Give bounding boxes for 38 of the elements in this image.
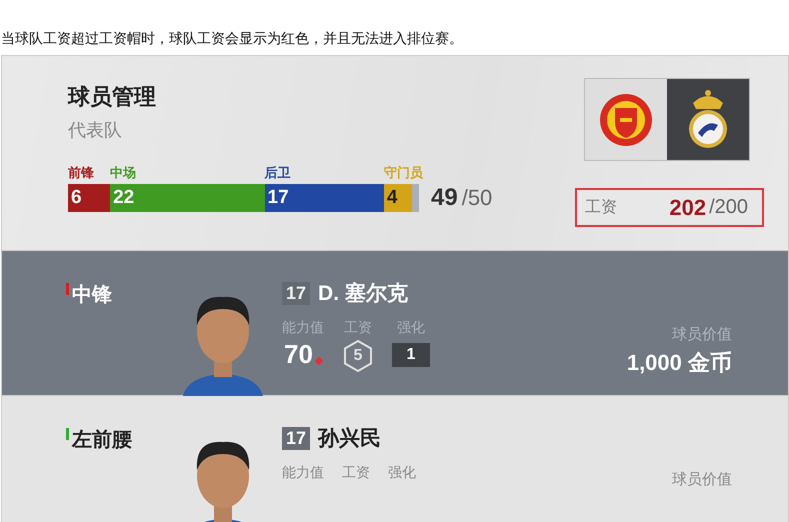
player-row[interactable]: 中锋 17 D. 塞尔克 能力值 70 工资 5 强化 1 球员价值 1,000 金币	[2, 250, 788, 395]
squad-limit: /50	[462, 184, 492, 212]
position-label: 后卫	[264, 165, 291, 180]
season-badge: 17	[282, 282, 310, 304]
upgrade-level: 1	[392, 343, 430, 367]
player-row[interactable]: 左前腰 17 孙兴民 能力值 工资 强化 球员价值	[2, 395, 788, 522]
position-name: 左前腰	[72, 428, 132, 453]
stat-label: 工资	[344, 319, 372, 337]
salary-label: 工资	[585, 198, 618, 218]
season-badge: 17	[282, 426, 310, 450]
player-value: 1,000 金币	[626, 349, 732, 377]
caption-text: 当球队工资超过工资帽时，球队工资会显示为红色，并且无法进入排位赛。	[0, 29, 464, 48]
position-label: 中场	[110, 165, 136, 180]
value-label: 球员价值	[672, 325, 732, 344]
salary-hexagon: 5	[342, 339, 374, 373]
position-count: 6	[68, 184, 110, 212]
value-label: 球员价值	[672, 470, 732, 489]
position-count: 4	[384, 184, 412, 212]
player-name: 孙兴民	[318, 426, 382, 452]
stat-label: 工资	[342, 464, 370, 482]
salary-value: 202	[669, 194, 706, 220]
club-tile[interactable]	[585, 79, 667, 160]
stat-label: 强化	[397, 319, 425, 337]
stat-label: 能力值	[282, 464, 324, 482]
position-label: 守门员	[384, 165, 423, 180]
position-name: 中锋	[72, 283, 112, 308]
salary-cap: /200	[709, 196, 748, 219]
position-label: 前锋	[68, 165, 94, 180]
stat-label: 能力值	[282, 319, 324, 337]
rating-value: 70	[284, 339, 313, 370]
page-title: 球员管理	[68, 83, 157, 111]
club-tile[interactable]	[667, 79, 749, 160]
page-subtitle: 代表队	[68, 119, 123, 142]
position-count: 17	[264, 184, 384, 212]
stat-label: 强化	[388, 464, 416, 482]
squad-count: 49	[431, 184, 458, 212]
position-count: 22	[110, 184, 265, 212]
player-name: D. 塞尔克	[318, 280, 408, 307]
